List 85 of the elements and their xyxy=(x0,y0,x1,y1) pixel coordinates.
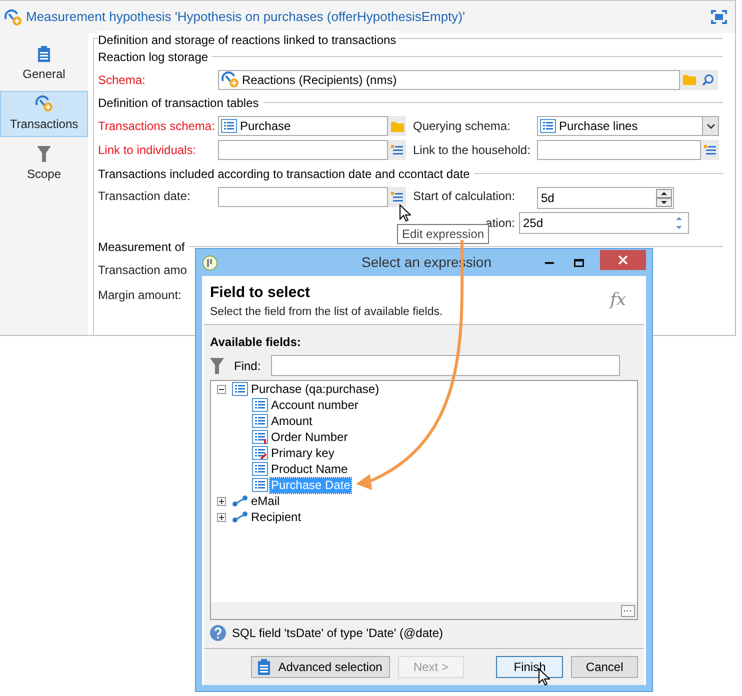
mandatory-field-icon xyxy=(252,430,268,444)
search-button[interactable] xyxy=(698,70,718,90)
tree-item[interactable]: Order Number xyxy=(270,430,349,444)
transactions-schema-field[interactable]: Purchase xyxy=(218,116,388,136)
field-label: Link to individuals: xyxy=(98,142,198,159)
field-label: Schema: xyxy=(98,72,146,88)
expand-toggle[interactable] xyxy=(217,512,226,522)
dialog-button[interactable]: Cancel xyxy=(571,656,638,678)
close-icon xyxy=(618,254,628,264)
chevron-down-icon xyxy=(706,124,714,128)
tree-item[interactable]: Product Name xyxy=(270,462,349,476)
gauge-icon xyxy=(4,8,22,26)
help-icon xyxy=(210,625,226,641)
app-icon xyxy=(202,254,218,270)
clipboard-icon xyxy=(38,46,50,62)
spinner-arrows-icon xyxy=(656,189,672,207)
link-to-individuals-field[interactable] xyxy=(218,140,388,160)
collapse-toggle[interactable] xyxy=(217,384,226,394)
field-label: Margin amount: xyxy=(98,287,182,304)
section-title: Measurement of xyxy=(98,238,185,256)
field-label: Transaction date: xyxy=(98,188,192,205)
gauge-icon xyxy=(221,71,239,88)
maximize-icon[interactable] xyxy=(574,258,584,266)
field-icon xyxy=(252,462,268,476)
schema-field[interactable]: Reactions (Recipients) (nms) xyxy=(218,70,680,90)
tree-item[interactable]: Purchase (qa:purchase) xyxy=(250,382,380,396)
dialog-subtitle: Select the field from the list of available fields. xyxy=(210,305,444,320)
expression-icon xyxy=(391,145,403,155)
cursor-icon xyxy=(399,204,411,222)
help-text: SQL field 'tsDate' of type 'Date' (@date) xyxy=(232,625,443,642)
start-of-calculation-spinner[interactable]: 5d xyxy=(537,187,674,209)
sidebar-tab[interactable]: General xyxy=(0,41,88,87)
window-title: Measurement hypothesis 'Hypothesis on purchases (offerHypothesisEmpty)' xyxy=(26,8,465,26)
link-to-household-field[interactable] xyxy=(537,140,701,160)
gauge-icon xyxy=(35,95,53,112)
sidebar-tab[interactable]: Transactions xyxy=(0,91,88,137)
section-title: Transactions included according to transaction date and ccontact date xyxy=(98,166,470,182)
section-title: Reaction log storage xyxy=(98,48,208,66)
expression-icon xyxy=(704,145,716,155)
field-icon xyxy=(252,398,268,412)
field-label: Querying schema: xyxy=(413,118,512,135)
more-options-icon[interactable] xyxy=(621,604,635,616)
find-label: Find: xyxy=(234,358,261,374)
tree-item[interactable]: Amount xyxy=(270,414,314,428)
dialog-heading: Field to select xyxy=(210,284,312,302)
find-field[interactable] xyxy=(270,355,620,376)
folder-icon xyxy=(390,120,404,132)
search-icon xyxy=(702,74,714,86)
end-of-calculation-spinner[interactable]: 25d xyxy=(519,212,689,234)
sidebar-tab[interactable]: Scope xyxy=(0,141,88,187)
table-icon xyxy=(540,119,556,133)
function-icon: fx xyxy=(610,284,638,324)
querying-schema-dropdown[interactable]: Purchase lines xyxy=(537,116,719,136)
field-icon xyxy=(252,414,268,428)
tree-item[interactable]: Recipient xyxy=(250,510,302,524)
dialog-button[interactable]: Finish xyxy=(496,656,564,678)
clipboard-icon xyxy=(258,659,270,675)
edit-expression-button[interactable] xyxy=(701,140,719,160)
edit-expression-button[interactable] xyxy=(388,187,406,207)
filter-icon xyxy=(37,146,51,162)
tooltip: Edit expression xyxy=(397,224,490,244)
section-title: Definition of transaction tables xyxy=(98,94,259,112)
link-icon xyxy=(232,495,248,507)
available-fields-label: Available fields: xyxy=(210,334,302,351)
group-title: Definition and storage of reactions linked to transactions xyxy=(98,31,398,49)
edit-expression-button[interactable] xyxy=(388,140,406,160)
minimize-icon[interactable] xyxy=(545,262,554,264)
transaction-date-field[interactable] xyxy=(218,187,388,207)
field-label: Link to the household: xyxy=(413,142,532,159)
tree-item[interactable]: eMail xyxy=(250,494,281,508)
field-label: Transaction amo xyxy=(98,262,187,279)
expand-toggle[interactable] xyxy=(217,496,226,506)
advanced-selection-button[interactable]: Advanced selection xyxy=(251,656,390,678)
field-label: Start of calculation: xyxy=(413,188,516,205)
expression-icon xyxy=(391,192,403,202)
field-label: Transactions schema: xyxy=(98,118,216,135)
tree-item[interactable]: Primary key xyxy=(270,446,336,460)
link-icon xyxy=(232,511,248,523)
close-button[interactable] xyxy=(600,250,646,270)
filter-icon xyxy=(210,358,224,374)
table-icon xyxy=(221,119,237,133)
tree-item[interactable]: Account number xyxy=(270,398,360,412)
folder-icon xyxy=(682,74,696,85)
key-field-icon xyxy=(252,446,268,460)
field-icon xyxy=(252,478,268,492)
